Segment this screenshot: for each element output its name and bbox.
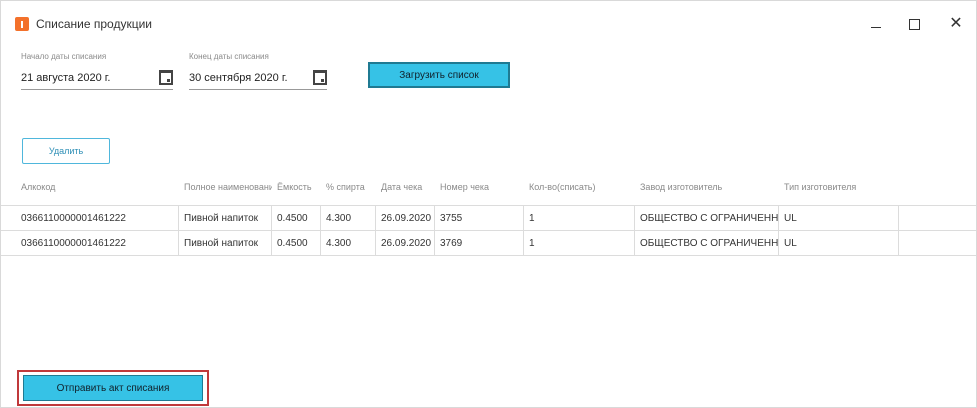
table-cell: 4.300 (321, 206, 376, 230)
column-header[interactable]: Дата чека (376, 169, 435, 205)
window-title: Списание продукции (36, 17, 152, 31)
date-from-value[interactable]: 21 августа 2020 г. (21, 72, 151, 89)
table-cell: 3769 (435, 231, 524, 255)
table-cell: 0.4500 (272, 206, 321, 230)
minimize-button[interactable] (861, 11, 891, 37)
table-cell: UL (779, 231, 899, 255)
table-cell: 0366110000001461222 (1, 231, 179, 255)
date-from-picker[interactable]: Начало даты списания 21 августа 2020 г. (21, 52, 173, 90)
maximize-button[interactable] (899, 11, 929, 37)
delete-button[interactable]: Удалить (22, 138, 110, 164)
table-body: 0366110000001461222 Пивной напиток 0.4500 4… (1, 205, 976, 256)
app-icon (15, 17, 29, 31)
column-header[interactable]: Ёмкость (272, 169, 321, 205)
table-cell: 0366110000001461222 (1, 206, 179, 230)
table-cell: 3755 (435, 206, 524, 230)
column-header[interactable]: Тип изготовителя (779, 169, 899, 205)
table-row[interactable]: 0366110000001461222 Пивной напиток 0.4500 4… (1, 205, 976, 231)
column-header[interactable]: Алкокод (1, 169, 179, 205)
send-button-highlight: Отправить акт списания (17, 370, 209, 406)
column-header[interactable]: Номер чека (435, 169, 524, 205)
minimize-icon (871, 26, 881, 28)
send-act-button[interactable]: Отправить акт списания (23, 375, 203, 401)
column-header[interactable]: Кол-во(списать) (524, 169, 635, 205)
table-cell: 4.300 (321, 231, 376, 255)
date-to-picker[interactable]: Конец даты списания 30 сентября 2020 г. (189, 52, 327, 90)
close-icon: ✕ (949, 15, 963, 32)
table-cell: ОБЩЕСТВО С ОГРАНИЧЕННОЙ (635, 206, 779, 230)
table-cell: 26.09.2020 (376, 206, 435, 230)
table-cell: UL (779, 206, 899, 230)
app-window: Списание продукции ✕ Начало даты списани… (0, 0, 977, 408)
table-header: Алкокод Полное наименование Ёмкость% спирт… (1, 169, 976, 205)
table-cell: ОБЩЕСТВО С ОГРАНИЧЕННОЙ (635, 231, 779, 255)
table-cell: 0.4500 (272, 231, 321, 255)
title-bar: Списание продукции ✕ (1, 1, 976, 41)
table-cell: Пивной напиток (179, 206, 272, 230)
writeoff-table: Алкокод Полное наименование Ёмкость% спирт… (1, 169, 976, 256)
maximize-icon (908, 18, 920, 30)
calendar-icon[interactable] (159, 70, 173, 85)
date-to-caption: Конец даты списания (189, 52, 269, 61)
table-cell: 1 (524, 231, 635, 255)
date-from-caption: Начало даты списания (21, 52, 107, 61)
table-cell: Пивной напиток (179, 231, 272, 255)
table-row[interactable]: 0366110000001461222 Пивной напиток 0.4500 4… (1, 231, 976, 256)
table-cell: 1 (524, 206, 635, 230)
column-header[interactable]: Завод изготовитель (635, 169, 779, 205)
date-to-value[interactable]: 30 сентября 2020 г. (189, 72, 305, 89)
load-list-button[interactable]: Загрузить список (368, 62, 510, 88)
calendar-icon[interactable] (313, 70, 327, 85)
column-header[interactable]: Полное наименование (179, 169, 272, 205)
column-header[interactable]: % спирта (321, 169, 376, 205)
table-cell: 26.09.2020 (376, 231, 435, 255)
close-button[interactable]: ✕ (941, 11, 971, 37)
